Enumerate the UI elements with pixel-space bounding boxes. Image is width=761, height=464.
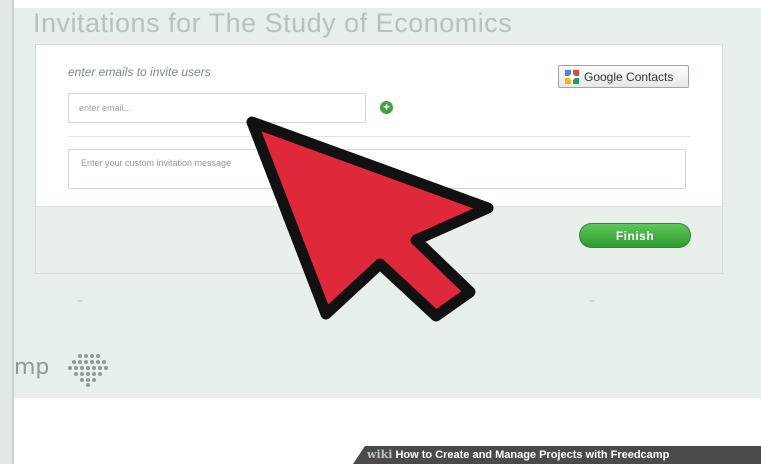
freedcamp-brand-text: mp	[14, 355, 50, 380]
faint-mark	[77, 300, 83, 302]
page-title: Invitations for The Study of Economics	[33, 8, 513, 38]
google-contacts-button[interactable]: Google Contacts	[558, 65, 689, 88]
window-edge	[0, 0, 14, 464]
wikihow-banner-text: How to Create and Manage Projects with F…	[395, 449, 670, 461]
red-arrow-cursor-icon	[246, 116, 494, 322]
google-contacts-label: Google Contacts	[584, 69, 674, 84]
google-contacts-icon	[564, 68, 580, 85]
faint-mark	[589, 300, 595, 302]
invite-label: enter emails to invite users	[68, 65, 211, 79]
finish-button[interactable]: Finish	[579, 223, 691, 248]
wikihow-wiki-label: wiki	[367, 448, 393, 461]
wikihow-banner: wiki How to Create and Manage Projects wi…	[353, 446, 761, 464]
screenshot-frame: Invitations for The Study of Economics e…	[0, 0, 761, 464]
freedcamp-logo-icon	[68, 354, 108, 387]
